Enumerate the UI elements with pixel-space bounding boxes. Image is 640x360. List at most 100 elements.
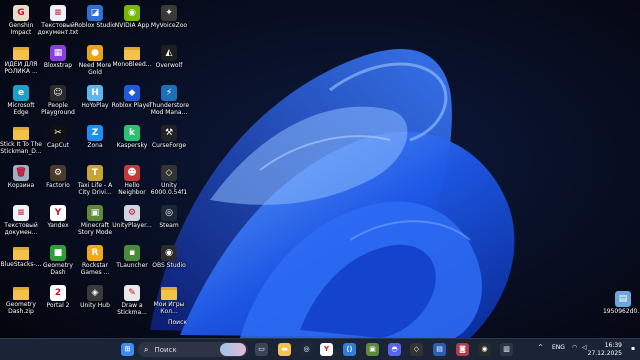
desktop-icon-label: Microsoft Edge [7,102,35,116]
desktop-icon-label: People Playground [41,102,75,116]
start-icon[interactable]: ⊞ [121,343,134,356]
obs-icon: ◉ [161,245,177,261]
desktop-icon-label: Minecraft Story Mode [77,222,113,236]
thunderstore-icon: ⚡ [161,85,177,101]
desktop-icon-label: MonoBleed... [112,61,152,68]
desktop-icon-label: Steam [159,222,179,229]
desktop-icon[interactable]: ◉ OBS Studio [150,243,188,281]
desktop-icon[interactable]: e Microsoft Edge [2,83,40,121]
portal2-icon: 2 [50,285,66,301]
desktop-icon[interactable]: ● Need More Gold [76,43,114,81]
discord-icon[interactable]: ◓ [388,343,401,356]
vscode-icon[interactable]: ⟨⟩ [343,343,356,356]
kaspersky-icon: k [124,125,140,141]
desktop-icon-label: Overwolf [155,62,183,69]
desktop-icon[interactable]: MonoBleed... [112,43,152,81]
desktop-icon[interactable]: H HoYoPlay [76,83,114,121]
unity-icon[interactable]: ◇ [410,343,423,356]
desktop-icon-label: BlueStacks-... [0,261,42,268]
folder-icon [13,247,29,260]
game-icon[interactable]: ◙ [456,343,469,356]
unity-icon: ◇ [161,165,177,181]
desktop-icon[interactable]: T Taxi Life - A City Drivi... [76,163,114,201]
desktop-icon[interactable]: BlueStacks-... [0,243,42,281]
desktop-icon[interactable]: Мои Игры Кол... [150,283,188,321]
desktop-icon[interactable]: R Rockstar Games ... [76,243,114,281]
desktop-icon-label: UnityPlayer... [112,222,152,229]
myvoicezoo-icon: ✦ [161,5,177,21]
desktop-icon[interactable]: ⚒ CurseForge [150,123,188,161]
yandex-icon[interactable]: Y [320,343,333,356]
desktop-icon[interactable]: ⚙ Factorio [39,163,77,201]
desktop-icon[interactable]: ◇ Unity 6000.0.54f1 [150,163,188,201]
desktop-icon-label: ИДЕИ ДЛЯ РОЛИКА ... [4,61,38,75]
task-view-icon[interactable]: ▭ [255,343,268,356]
desktop-icon-label: Kaspersky [116,142,148,149]
desktop-icon[interactable]: Z Zona [76,123,114,161]
desktop-icon[interactable]: 2 Portal 2 [39,283,77,321]
desktop-icon-label: Hello Neighbor [118,182,146,196]
minecraft-icon[interactable]: ▣ [366,343,379,356]
search-box[interactable]: ⌕ Поиск [138,342,248,357]
desktop-icon[interactable]: Stick It To The Stickman_D... [0,123,42,161]
obs-icon[interactable]: ◉ [478,343,491,356]
desktop-icon[interactable]: ◭ Overwolf [150,43,188,81]
tray-overflow-chevron-icon[interactable]: ^ [538,344,543,351]
image-file-icon: ▤ [615,291,631,307]
clock-date: 27.12.2025 [587,350,622,357]
desktop-icon-label: MyVoiceZoo [150,22,188,29]
desktop-icon-label: CurseForge [151,142,187,149]
desktop-icon-label: Bloxstrap [43,62,73,69]
unity-player-icon: ⚙ [124,205,140,221]
hello-neighbor-icon: ☻ [124,165,140,181]
desktop-icon[interactable]: ✂ CapCut [39,123,77,161]
desktop-icon[interactable]: ≡ Текстовый докумен... [2,203,40,241]
desktop-icon[interactable]: ☻ Hello Neighbor [113,163,151,201]
wifi-icon[interactable]: ◠ [572,344,577,351]
desktop-icon[interactable]: ⚙ UnityPlayer... [112,203,152,241]
recycle-bin-icon: 🗑 [13,165,29,181]
need-more-gold-icon: ● [87,45,103,61]
desktop-icon[interactable]: 🗑 Корзина [2,163,40,201]
desktop-icon[interactable]: ◆ Roblox Player [112,83,152,121]
edge-icon: e [13,85,29,101]
desktop-icon[interactable]: ИДЕИ ДЛЯ РОЛИКА ... [2,43,40,81]
geometry-dash-icon: ■ [50,245,66,261]
desktop-icon-label: Мои Игры Кол... [153,301,185,315]
clock[interactable]: 16:39 27.12.2025 [588,342,622,358]
desktop-icon[interactable]: ✦ MyVoiceZoo [150,3,188,41]
search-placeholder: Поиск [154,345,177,354]
genshin-icon: G [13,5,29,21]
desktop-icon[interactable]: ▪ TLauncher [113,243,151,281]
folder-zip-icon [13,287,29,300]
desktop-icon[interactable]: Geometry Dash.zip [2,283,40,321]
desktop-icon[interactable]: G Genshin Impact [2,3,40,41]
desktop-icon[interactable]: ▣ Minecraft Story Mode [76,203,114,241]
desktop-icon-label: Zona [87,142,103,149]
volume-icon[interactable]: ◁ [582,344,587,351]
file-explorer-icon[interactable]: ▬ [278,343,291,356]
desktop-icon-label: Taxi Life - A City Drivi... [77,182,113,196]
desktop-icon[interactable]: ≡ Текстовый документ.txt [37,3,79,41]
desktop-icon[interactable]: ■ Geometry Dash [39,243,77,281]
text-file-icon: ≡ [50,5,66,21]
desktop-icon[interactable]: ◉ NVIDIA App [113,3,151,41]
steam-icon[interactable]: ◎ [300,343,313,356]
tray-language[interactable]: ENG [552,344,565,351]
desktop-icon[interactable]: ◎ Steam [150,203,188,241]
desktop-icon-label: Текстовый докумен... [4,222,38,236]
app-icon[interactable]: ▤ [433,343,446,356]
desktop-icon[interactable]: ▤ 1950962d0... [603,289,640,327]
hoyoplay-icon: H [87,85,103,101]
desktop-icon[interactable]: ✎ Draw a Stickma... [113,283,151,321]
desktop-icon[interactable]: k Kaspersky [113,123,151,161]
desktop-icon[interactable]: ⚡ Thunderstore Mod Mana... [149,83,189,121]
desktop-icon[interactable]: ◈ Unity Hub [76,283,114,321]
notification-icon[interactable]: ▪ [631,345,635,352]
desktop-icon[interactable]: ◪ Roblox Studio [74,3,116,41]
desktop-icon-label: Текстовый документ.txt [37,22,79,36]
chart-icon[interactable]: ▥ [500,343,513,356]
desktop-icon[interactable]: ▦ Bloxstrap [39,43,77,81]
desktop-icon[interactable]: ☺ People Playground [39,83,77,121]
desktop-icon[interactable]: Y Yandex [39,203,77,241]
